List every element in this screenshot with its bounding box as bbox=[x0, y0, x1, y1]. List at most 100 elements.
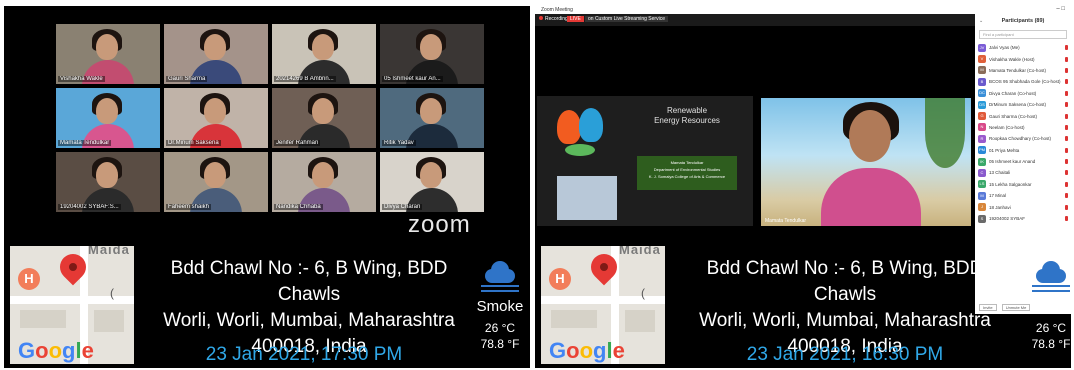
avatar: M bbox=[978, 66, 986, 75]
weather-condition: Smok bbox=[1031, 298, 1071, 315]
map-thumbnail[interactable]: Maida H ( Google bbox=[10, 246, 134, 364]
video-tile[interactable]: Jenifer Rahman bbox=[272, 88, 376, 148]
weather-widget: Smok 26 °C 78.8 °F bbox=[1021, 261, 1071, 351]
participant-row[interactable]: R Roopkaa Chowdhary (Co-host) bbox=[975, 133, 1071, 144]
avatar: V bbox=[978, 55, 986, 64]
participant-row[interactable]: V Vishakha Wakle (Host) bbox=[975, 53, 1071, 64]
participant-row[interactable]: PM 01 Priya Mehta bbox=[975, 145, 1071, 156]
participant-name: Gauri Sharma bbox=[166, 76, 208, 82]
slide-info-box: Mamata Tendulkar Department of Environme… bbox=[637, 156, 737, 190]
participant-row[interactable]: DC Divya Charan (Co-host) bbox=[975, 88, 1071, 99]
temperature-fahrenheit: 78.8 °F bbox=[480, 337, 520, 351]
participant-row[interactable]: M Mamata Tendulkar (Co-host) bbox=[975, 65, 1071, 76]
map-thumbnail[interactable]: Maida H ( Google bbox=[541, 246, 665, 364]
muted-mic-icon bbox=[1065, 102, 1068, 108]
participant-name: 15 Lekha Salgaonkar bbox=[989, 181, 1032, 187]
participant-name: BCOS 95 Shubhada Gole (Co-host) bbox=[989, 79, 1061, 85]
video-tile[interactable]: 05 Ishmeet kaur An... bbox=[380, 24, 484, 84]
smoke-cloud-icon bbox=[481, 261, 519, 283]
window-title: Zoom Meeting bbox=[541, 7, 573, 13]
google-logo: Google bbox=[18, 338, 94, 363]
avatar: IK bbox=[978, 157, 986, 166]
smoke-cloud-icon bbox=[1032, 261, 1070, 283]
participant-name: 05 Ishmeet kaur An... bbox=[382, 76, 443, 82]
participant-row[interactable]: LS 15 Lekha Salgaonkar bbox=[975, 179, 1071, 190]
participant-row[interactable]: N Neelam (Co-host) bbox=[975, 122, 1071, 133]
speaker-name-label: Mamata Tendulkar bbox=[765, 218, 807, 224]
participant-row[interactable]: JV Jalvi Vyas (Me) bbox=[975, 42, 1071, 53]
video-tile[interactable]: Mamata Tendulkar bbox=[56, 88, 160, 148]
speaker-video: Mamata Tendulkar bbox=[761, 98, 971, 226]
video-tile[interactable]: Dr.Minum Saksena bbox=[164, 88, 268, 148]
video-tile[interactable]: Faheem shaikh bbox=[164, 152, 268, 212]
video-tile[interactable]: Vishakha Wakle bbox=[56, 24, 160, 84]
participant-row[interactable]: IK 05 Ishmeet kaur Anand bbox=[975, 156, 1071, 167]
hospital-marker-icon: H bbox=[549, 268, 571, 290]
zoom-gallery-screenshot: Vishakha Wakle Gauri Sharma 20214269 B Amb… bbox=[4, 6, 530, 368]
participant-name: Vishakha Wakle (Host) bbox=[989, 56, 1035, 62]
wind-turbine-image bbox=[557, 176, 617, 220]
map-area-label: Maida bbox=[619, 246, 661, 257]
zoom-speaker-screenshot: Zoom Meeting – □ Recording LIVE on Custo… bbox=[535, 6, 1071, 368]
avatar: J bbox=[978, 203, 986, 212]
participant-name: Divya Charan (Co-host) bbox=[989, 90, 1037, 96]
participant-list: JV Jalvi Vyas (Me) V Vishakha Wakle (Host) M… bbox=[975, 42, 1071, 224]
video-tile[interactable]: Gauri Sharma bbox=[164, 24, 268, 84]
muted-mic-icon bbox=[1065, 113, 1068, 119]
timestamp: 23 Jan 2021, 17:30 PM bbox=[205, 344, 403, 365]
participant-row[interactable]: M 17 Minal bbox=[975, 190, 1071, 201]
participant-name: 20214269 B Ambrin... bbox=[274, 76, 336, 82]
muted-mic-icon bbox=[1065, 181, 1068, 187]
muted-mic-icon bbox=[1065, 147, 1068, 153]
video-tile[interactable]: 20214269 B Ambrin... bbox=[272, 24, 376, 84]
avatar: C bbox=[978, 168, 986, 177]
participant-name: Mamata Tendulkar (Co-host) bbox=[989, 67, 1046, 73]
window-controls[interactable]: – □ bbox=[1056, 6, 1065, 12]
participant-name: DrMinum Saksena (Co-host) bbox=[989, 102, 1047, 108]
avatar: B bbox=[978, 77, 986, 86]
participant-name: 19204002 SYBAF:S... bbox=[58, 204, 121, 210]
video-tile[interactable]: Ritik Yadav bbox=[380, 88, 484, 148]
participant-name: Faheem shaikh bbox=[166, 204, 212, 210]
participant-name: Neelam (Co-host) bbox=[989, 124, 1025, 130]
participant-search-input[interactable]: Find a participant bbox=[979, 30, 1067, 39]
video-tile[interactable]: 19204002 SYBAF:S... bbox=[56, 152, 160, 212]
google-logo: Google bbox=[549, 338, 625, 363]
participant-row[interactable]: C 13 Chaitali bbox=[975, 167, 1071, 178]
participant-name: Roopkaa Chowdhary (Co-host) bbox=[989, 136, 1052, 142]
map-symbol: ( bbox=[110, 286, 114, 300]
muted-mic-icon bbox=[1065, 56, 1068, 62]
participant-name: Gauri Sharma (Co-host) bbox=[989, 113, 1038, 119]
hospital-marker-icon: H bbox=[18, 268, 40, 290]
participant-name: Divya Charan bbox=[382, 204, 423, 210]
participants-header: Participants (89) bbox=[1001, 18, 1045, 24]
participant-row[interactable]: G Gauri Sharma (Co-host) bbox=[975, 110, 1071, 121]
collapse-icon[interactable]: ⌄ bbox=[979, 18, 983, 24]
participant-row[interactable]: B BCOS 95 Shubhada Gole (Co-host) bbox=[975, 76, 1071, 87]
muted-mic-icon bbox=[1065, 193, 1068, 199]
participant-name: Dr.Minum Saksena bbox=[166, 140, 221, 146]
avatar: JV bbox=[978, 43, 986, 52]
video-tile[interactable]: Divya Charan bbox=[380, 152, 484, 212]
participant-name: 18 Janhavi bbox=[989, 204, 1011, 210]
avatar: M bbox=[978, 191, 986, 200]
participant-row[interactable]: S 19204002 SYBAF bbox=[975, 213, 1071, 224]
video-tile[interactable]: Nandika Chhaba bbox=[272, 152, 376, 212]
avatar: LS bbox=[978, 180, 986, 189]
muted-mic-icon bbox=[1065, 159, 1068, 165]
muted-mic-icon bbox=[1065, 67, 1068, 73]
muted-mic-icon bbox=[1065, 79, 1068, 85]
muted-mic-icon bbox=[1065, 90, 1068, 96]
participant-name: Jalvi Vyas (Me) bbox=[989, 45, 1020, 51]
participant-row[interactable]: DS DrMinum Saksena (Co-host) bbox=[975, 99, 1071, 110]
stream-service-label: on Custom Live Streaming Service bbox=[585, 16, 668, 22]
map-symbol: ( bbox=[641, 286, 645, 300]
shared-slide: Renewable Energy Resources Mamata Tendul… bbox=[537, 96, 753, 226]
live-badge[interactable]: LIVE bbox=[567, 16, 584, 22]
muted-mic-icon bbox=[1065, 204, 1068, 210]
participant-row[interactable]: J 18 Janhavi bbox=[975, 201, 1071, 212]
avatar: S bbox=[978, 214, 986, 223]
temperature-fahrenheit: 78.8 °F bbox=[1031, 337, 1071, 351]
recording-indicator[interactable]: Recording bbox=[539, 16, 568, 22]
participant-name: Jenifer Rahman bbox=[274, 140, 321, 146]
